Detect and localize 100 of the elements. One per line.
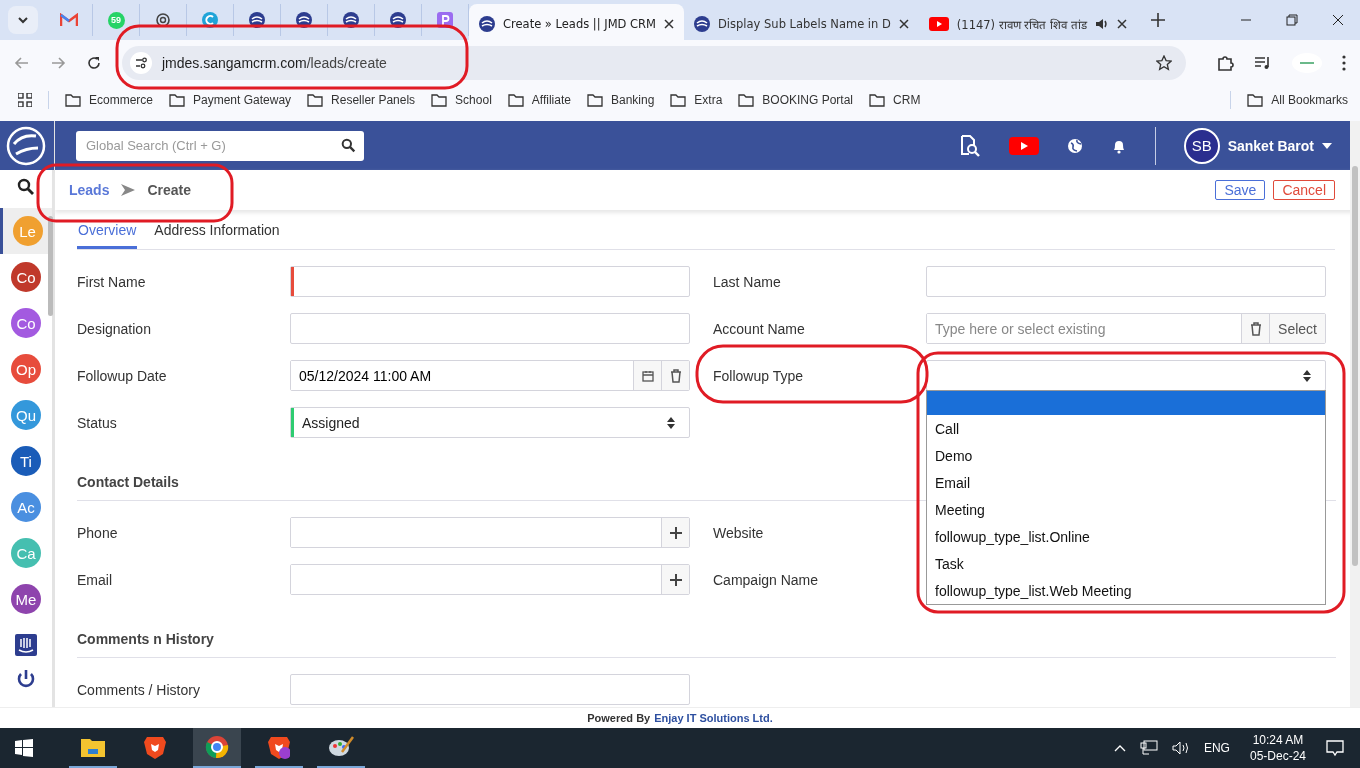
apps-icon[interactable] [18, 93, 32, 107]
bookmark-folder[interactable]: Reseller Panels [307, 93, 416, 107]
back-icon[interactable] [14, 54, 30, 71]
folder-icon [586, 93, 603, 107]
power-icon[interactable] [15, 668, 37, 690]
folder-icon [169, 93, 185, 107]
breadcrumb-link[interactable]: Leads [69, 182, 110, 198]
form-tab[interactable]: Address Information [153, 220, 281, 249]
address-bar[interactable]: jmdes.sangamcrm.com/leads/create [122, 45, 1186, 80]
text-field[interactable] [290, 313, 690, 344]
folder-icon [431, 93, 448, 107]
account-field[interactable]: Type here or select existing Select [926, 313, 1326, 344]
close-icon[interactable] [664, 19, 674, 29]
network-icon[interactable] [1139, 740, 1158, 756]
close-icon[interactable] [1332, 14, 1344, 26]
text-field[interactable] [926, 266, 1326, 297]
module-item[interactable]: Op [0, 346, 52, 392]
global-search-field[interactable]: Global Search (Ctrl + G) [76, 130, 364, 161]
breadcrumb-current: Create [147, 182, 192, 198]
module-item[interactable]: Ti [0, 438, 52, 484]
chat-badge: 59 [107, 11, 125, 29]
start-icon[interactable] [15, 739, 33, 757]
knot-icon [155, 12, 171, 28]
puzzle-icon[interactable] [1216, 53, 1234, 72]
status-select[interactable]: Assigned [290, 407, 690, 438]
clear-button[interactable] [1241, 314, 1270, 343]
bookmark-folder[interactable]: Affiliate [507, 93, 571, 107]
trash-icon [1249, 321, 1262, 336]
folder-icon [1247, 93, 1264, 107]
form-tab[interactable]: Overview [77, 220, 138, 249]
calendar-icon [641, 369, 654, 382]
add-button[interactable] [661, 518, 689, 547]
folder-icon [81, 737, 105, 757]
reload-icon[interactable] [86, 54, 102, 71]
star-icon[interactable] [1156, 54, 1172, 71]
company-link[interactable]: Enjay IT Solutions Ltd. [654, 712, 773, 724]
chevron-up-icon[interactable] [1113, 744, 1126, 752]
add-button[interactable] [661, 565, 689, 594]
clock[interactable]: 10:24 AM 05-Dec-24 [1249, 732, 1306, 764]
restore-icon[interactable] [1286, 14, 1298, 26]
search-icon[interactable] [17, 178, 35, 196]
cancel-button[interactable]: Cancel [1273, 180, 1335, 200]
logo-icon[interactable] [0, 121, 54, 170]
user-menu[interactable]: SB Sanket Barot [1183, 127, 1332, 164]
palette-icon [328, 736, 354, 758]
save-button[interactable]: Save [1215, 180, 1266, 200]
tab-search-button[interactable] [8, 6, 38, 34]
forward-icon[interactable] [50, 54, 66, 71]
select-button[interactable]: Select [1269, 314, 1325, 343]
inbox-icon[interactable] [15, 634, 37, 656]
close-icon[interactable] [898, 19, 909, 29]
dropdown-option[interactable]: Email [927, 469, 1325, 496]
playlist-icon[interactable] [1254, 54, 1272, 71]
date-field[interactable]: 05/12/2024 11:00 AM [290, 360, 690, 391]
swirl-icon [694, 16, 710, 32]
sort-arrows-icon [667, 416, 675, 429]
arrow-icon [121, 184, 136, 196]
bookmark-folder[interactable]: CRM [869, 93, 921, 107]
globe-icon[interactable] [1066, 137, 1083, 154]
field-label: Status [77, 414, 118, 431]
bookmark-folder[interactable]: Ecommerce [65, 93, 153, 107]
bookmark-folder[interactable]: BOOKING Portal [738, 93, 854, 107]
calendar-button[interactable] [633, 361, 661, 390]
play-icon[interactable] [1008, 136, 1039, 155]
lion-icon [268, 735, 290, 759]
bookmark-folder[interactable]: Payment Gateway [169, 93, 292, 107]
followup-type-select[interactable] [926, 360, 1326, 391]
new-tab-icon[interactable] [1150, 13, 1165, 27]
bookmark-folder[interactable]: All Bookmarks [1247, 93, 1348, 107]
module-item[interactable]: Co [0, 254, 52, 300]
module-avatar: Ti [11, 446, 41, 476]
field-label: Website [713, 524, 765, 541]
site-settings-icon[interactable] [130, 51, 152, 74]
module-item[interactable]: Co [0, 300, 52, 346]
folder-icon [869, 93, 886, 107]
document-search-icon[interactable] [958, 134, 981, 157]
close-icon[interactable] [1116, 19, 1127, 29]
menu-icon[interactable] [1342, 54, 1346, 71]
module-item[interactable]: Me [0, 576, 52, 622]
browser-tab[interactable]: Display Sub Labels Name in D [684, 8, 919, 40]
chevron-down-icon [17, 14, 29, 26]
notification-icon[interactable] [1326, 739, 1344, 757]
dropdown-option[interactable]: Call [927, 415, 1325, 442]
clear-button[interactable] [661, 361, 689, 390]
search-icon[interactable] [341, 138, 356, 153]
module-avatar: Le [12, 216, 43, 246]
language-indicator[interactable]: ENG [1203, 741, 1230, 755]
dropdown-option[interactable]: Demo [927, 442, 1325, 469]
dropdown-option[interactable]: Task [927, 550, 1325, 577]
browser-tab[interactable]: (1147) रावण रचित शिव तांड [918, 8, 1137, 40]
speaker-icon[interactable] [1171, 740, 1190, 756]
bookmark-folder[interactable]: School [431, 93, 492, 107]
bookmark-folder[interactable]: Extra [670, 93, 723, 107]
dropdown-option[interactable]: Meeting [927, 496, 1325, 523]
dropdown-option[interactable]: followup_type_list.Web Meeting [927, 577, 1325, 604]
dropdown-option[interactable]: followup_type_list.Online [927, 523, 1325, 550]
taskbar-app[interactable] [193, 728, 241, 768]
field-label: Phone [77, 524, 119, 541]
text-field[interactable] [290, 266, 690, 297]
bookmark-folder[interactable]: Banking [586, 93, 655, 107]
